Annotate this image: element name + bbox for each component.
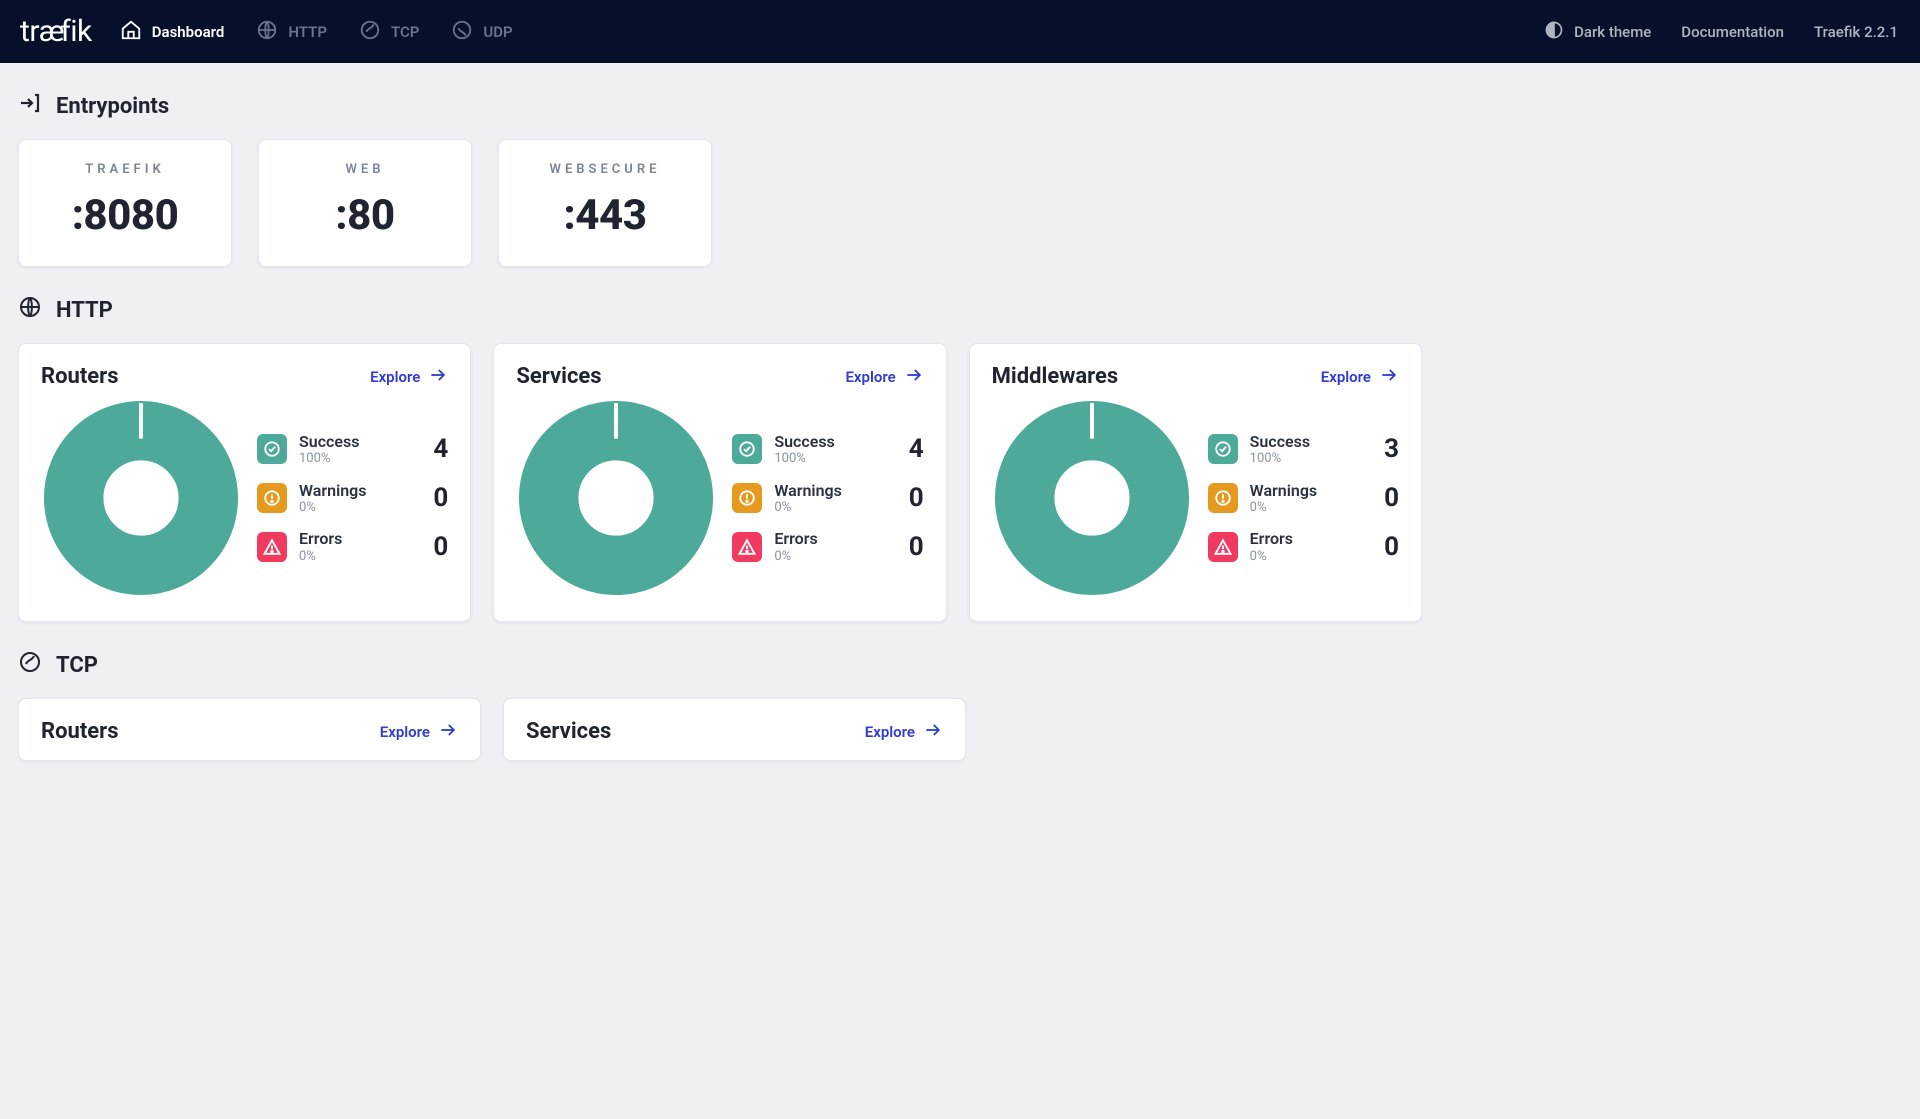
nav: Dashboard HTTP TCP UDP xyxy=(120,19,513,45)
arrow-right-icon xyxy=(923,720,943,744)
legend: Success100% 4 Warnings0% 0 Errors0% 0 xyxy=(251,432,448,564)
check-circle-icon xyxy=(1208,434,1238,464)
docs-link[interactable]: Documentation xyxy=(1681,23,1784,41)
arrow-right-icon xyxy=(428,365,448,389)
stat-card-services: Services Explore Success100% 4 xyxy=(493,343,946,622)
nav-dashboard[interactable]: Dashboard xyxy=(120,19,225,45)
tcp-cards: Routers Explore Services Explore xyxy=(18,698,966,761)
legend-warnings[interactable]: Warnings0% 0 xyxy=(257,481,448,516)
card-title: Middlewares xyxy=(992,364,1119,389)
nav-label: TCP xyxy=(391,23,419,41)
stat-card-tcp-routers: Routers Explore xyxy=(18,698,481,761)
card-title: Services xyxy=(526,719,611,744)
contrast-icon xyxy=(1544,20,1564,44)
legend-warnings[interactable]: Warnings0% 0 xyxy=(732,481,923,516)
card-title: Services xyxy=(516,364,601,389)
alert-circle-icon xyxy=(732,483,762,513)
count: 4 xyxy=(909,434,924,464)
count: 0 xyxy=(433,483,448,513)
nav-label: Dashboard xyxy=(152,23,225,41)
donut-chart xyxy=(992,399,1192,597)
entrypoint-port: :8080 xyxy=(29,191,221,240)
theme-toggle[interactable]: Dark theme xyxy=(1544,20,1651,44)
legend-errors[interactable]: Errors0% 0 xyxy=(1208,529,1399,564)
logo: træfik xyxy=(20,14,92,49)
entrypoint-port: :80 xyxy=(269,191,461,240)
login-arrow-icon xyxy=(18,91,42,121)
docs-label: Documentation xyxy=(1681,23,1784,41)
entrypoint-name: WEB xyxy=(269,162,461,177)
check-circle-icon xyxy=(732,434,762,464)
section-title: HTTP xyxy=(56,298,113,323)
nav-tcp[interactable]: TCP xyxy=(359,19,419,45)
alert-triangle-icon xyxy=(732,532,762,562)
alert-circle-icon xyxy=(1208,483,1238,513)
arrow-right-icon xyxy=(1379,365,1399,389)
entrypoint-port: :443 xyxy=(509,191,701,240)
globe-icon xyxy=(256,19,278,45)
entrypoint-card[interactable]: WEBSECURE :443 xyxy=(498,139,712,267)
stat-card-routers: Routers Explore Success100% 4 xyxy=(18,343,471,622)
legend: Success100% 4 Warnings0% 0 Errors0% 0 xyxy=(726,432,923,564)
count: 0 xyxy=(433,532,448,562)
legend: Success100% 3 Warnings0% 0 Errors0% 0 xyxy=(1202,432,1399,564)
section-entrypoints-head: Entrypoints xyxy=(18,91,1422,121)
section-title: TCP xyxy=(56,653,98,678)
legend-errors[interactable]: Errors0% 0 xyxy=(257,529,448,564)
legend-success[interactable]: Success100% 4 xyxy=(257,432,448,467)
home-icon xyxy=(120,19,142,45)
explore-link[interactable]: Explore xyxy=(370,365,448,389)
theme-label: Dark theme xyxy=(1574,23,1651,41)
entrypoint-name: TRAEFIK xyxy=(29,162,221,177)
arrow-right-icon xyxy=(904,365,924,389)
section-http-head: HTTP xyxy=(18,295,1422,325)
legend-success[interactable]: Success100% 3 xyxy=(1208,432,1399,467)
version-label[interactable]: Traefik 2.2.1 xyxy=(1814,23,1898,41)
topbar: træfik Dashboard HTTP TCP UDP xyxy=(0,0,1920,63)
section-title: Entrypoints xyxy=(56,94,169,119)
udp-icon xyxy=(451,19,473,45)
legend-errors[interactable]: Errors0% 0 xyxy=(732,529,923,564)
stat-card-tcp-services: Services Explore xyxy=(503,698,966,761)
arrow-right-icon xyxy=(438,720,458,744)
alert-triangle-icon xyxy=(257,532,287,562)
explore-link[interactable]: Explore xyxy=(380,720,458,744)
explore-link[interactable]: Explore xyxy=(845,365,923,389)
count: 0 xyxy=(1384,532,1399,562)
count: 4 xyxy=(433,434,448,464)
donut-chart xyxy=(516,399,716,597)
count: 0 xyxy=(1384,483,1399,513)
alert-circle-icon xyxy=(257,483,287,513)
entrypoint-name: WEBSECURE xyxy=(509,162,701,177)
count: 0 xyxy=(909,532,924,562)
section-tcp-head: TCP xyxy=(18,650,1422,680)
donut-chart xyxy=(41,399,241,597)
check-circle-icon xyxy=(257,434,287,464)
nav-udp[interactable]: UDP xyxy=(451,19,512,45)
entrypoints-row: TRAEFIK :8080 WEB :80 WEBSECURE :443 xyxy=(18,139,1422,267)
entrypoint-card[interactable]: WEB :80 xyxy=(258,139,472,267)
stat-card-middlewares: Middlewares Explore Success100% 3 xyxy=(969,343,1422,622)
legend-success[interactable]: Success100% 4 xyxy=(732,432,923,467)
nav-label: UDP xyxy=(483,23,512,41)
card-title: Routers xyxy=(41,364,119,389)
alert-triangle-icon xyxy=(1208,532,1238,562)
legend-warnings[interactable]: Warnings0% 0 xyxy=(1208,481,1399,516)
nav-http[interactable]: HTTP xyxy=(256,19,327,45)
page: Entrypoints TRAEFIK :8080 WEB :80 WEBSEC… xyxy=(0,63,1440,801)
http-cards: Routers Explore Success100% 4 xyxy=(18,343,1422,622)
explore-link[interactable]: Explore xyxy=(865,720,943,744)
count: 3 xyxy=(1384,434,1399,464)
globe-icon xyxy=(18,295,42,325)
count: 0 xyxy=(909,483,924,513)
explore-link[interactable]: Explore xyxy=(1321,365,1399,389)
tcp-icon xyxy=(359,19,381,45)
right-nav: Dark theme Documentation Traefik 2.2.1 xyxy=(1544,20,1898,44)
card-title: Routers xyxy=(41,719,119,744)
nav-label: HTTP xyxy=(288,23,327,41)
tcp-icon xyxy=(18,650,42,680)
entrypoint-card[interactable]: TRAEFIK :8080 xyxy=(18,139,232,267)
